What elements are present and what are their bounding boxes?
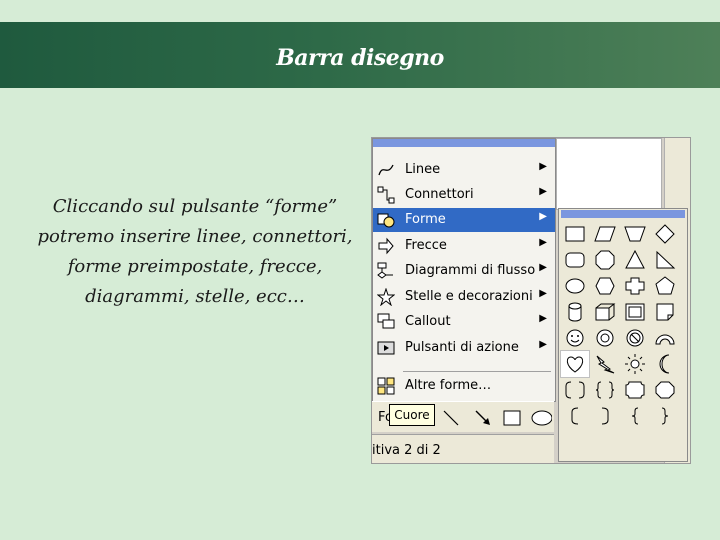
menu-item-label: Altre forme… — [405, 378, 492, 393]
double-brace-shape-icon[interactable] — [591, 377, 619, 403]
rectangle-shape-icon[interactable] — [561, 221, 589, 247]
basic-shapes-palette — [558, 208, 688, 462]
plaque-shape-icon[interactable] — [621, 377, 649, 403]
rounded-rectangle-shape-icon[interactable] — [561, 247, 589, 273]
lightning-bolt-shape-icon[interactable] — [591, 351, 619, 377]
status-text: itiva 2 di 2 — [372, 443, 441, 458]
trapezoid-shape-icon[interactable] — [621, 221, 649, 247]
basic-shapes-icon — [377, 213, 395, 228]
menu-item-callout[interactable]: Callout ▶ — [373, 310, 555, 334]
menu-item-label: Forme — [405, 212, 446, 227]
bevel-shape-icon[interactable] — [621, 299, 649, 325]
can-shape-icon[interactable] — [561, 299, 589, 325]
pentagon-shape-icon[interactable] — [651, 273, 679, 299]
menu-item-stelle[interactable]: Stelle e decorazioni ▶ — [373, 285, 555, 309]
submenu-arrow-icon: ▶ — [539, 339, 547, 350]
folded-corner-shape-icon[interactable] — [651, 299, 679, 325]
menu-item-linee[interactable]: Linee ▶ — [373, 158, 555, 182]
body-line: potremo inserire linee, connettori, — [37, 226, 353, 247]
heart-tooltip: Cuore — [389, 404, 435, 426]
donut-shape-icon[interactable] — [591, 325, 619, 351]
smiley-face-shape-icon[interactable] — [561, 325, 589, 351]
block-arrows-icon — [378, 237, 394, 255]
menu-item-label: Diagrammi di flusso — [405, 263, 536, 278]
body-line: diagrammi, stelle, ecc… — [85, 286, 305, 307]
block-arc-shape-icon[interactable] — [651, 325, 679, 351]
menu-separator — [403, 371, 551, 372]
left-bracket-shape-icon[interactable] — [561, 403, 589, 429]
flowchart-icon — [377, 262, 393, 279]
menu-item-diagrammi[interactable]: Diagrammi di flusso ▶ — [373, 259, 555, 283]
right-bracket-shape-icon[interactable] — [591, 403, 619, 429]
document-area — [556, 138, 662, 210]
submenu-arrow-icon: ▶ — [539, 288, 547, 299]
menu-drag-bar[interactable] — [373, 139, 555, 147]
slide-body: Cliccando sul pulsante “forme” potremo i… — [30, 192, 360, 312]
drawing-toolbar-screenshot: Linee ▶ Connettori ▶ Forme ▶ Frecce ▶ Di… — [371, 137, 691, 464]
action-buttons-icon — [377, 341, 395, 355]
moon-shape-icon[interactable] — [651, 351, 679, 377]
body-line: forme preimpostate, frecce, — [67, 256, 323, 277]
left-brace-shape-icon[interactable] — [621, 403, 649, 429]
submenu-arrow-icon: ▶ — [539, 186, 547, 197]
submenu-arrow-icon: ▶ — [539, 262, 547, 273]
sun-shape-icon[interactable] — [621, 351, 649, 377]
line-tool-icon[interactable] — [442, 409, 460, 427]
menu-item-forme[interactable]: Forme ▶ — [373, 208, 555, 232]
connectors-icon — [377, 186, 395, 204]
menu-item-connettori[interactable]: Connettori ▶ — [373, 183, 555, 207]
octagon-shape-icon[interactable] — [591, 247, 619, 273]
right-triangle-shape-icon[interactable] — [651, 247, 679, 273]
autoshapes-menu: Linee ▶ Connettori ▶ Forme ▶ Frecce ▶ Di… — [372, 138, 556, 402]
palette-drag-bar[interactable] — [561, 210, 685, 218]
submenu-arrow-icon: ▶ — [539, 313, 547, 324]
parallelogram-shape-icon[interactable] — [591, 221, 619, 247]
submenu-arrow-icon: ▶ — [539, 237, 547, 248]
oval-tool-icon[interactable] — [530, 409, 552, 427]
submenu-arrow-icon: ▶ — [539, 161, 547, 172]
more-shapes-icon — [377, 377, 395, 395]
menu-item-label: Linee — [405, 162, 441, 177]
cross-shape-icon[interactable] — [621, 273, 649, 299]
status-bar: itiva 2 di 2 — [372, 434, 554, 463]
rectangle-tool-icon[interactable] — [502, 409, 522, 427]
cube-shape-icon[interactable] — [591, 299, 619, 325]
arrow-tool-icon[interactable] — [474, 409, 492, 427]
hexagon-shape-icon[interactable] — [591, 273, 619, 299]
menu-item-label: Callout — [405, 314, 451, 329]
title-bar: Barra disegno — [0, 22, 720, 88]
menu-item-label: Pulsanti di azione — [405, 340, 519, 355]
menu-item-altre-forme[interactable]: Altre forme… — [373, 374, 555, 398]
heart-shape-icon[interactable] — [560, 350, 590, 378]
menu-item-pulsanti[interactable]: Pulsanti di azione ▶ — [373, 336, 555, 360]
slide-title: Barra disegno — [276, 45, 444, 71]
menu-item-label: Frecce — [405, 238, 447, 253]
callouts-icon — [377, 313, 395, 329]
double-bracket-shape-icon[interactable] — [561, 377, 589, 403]
diamond-shape-icon[interactable] — [651, 221, 679, 247]
menu-item-frecce[interactable]: Frecce ▶ — [373, 234, 555, 258]
menu-item-label: Connettori — [405, 187, 474, 202]
octagon-frame-shape-icon[interactable] — [651, 377, 679, 403]
triangle-shape-icon[interactable] — [621, 247, 649, 273]
lines-icon — [378, 164, 394, 176]
stars-banners-icon — [377, 288, 395, 306]
body-line: Cliccando sul pulsante “forme” — [52, 196, 338, 217]
menu-item-label: Stelle e decorazioni — [405, 289, 533, 304]
right-brace-shape-icon[interactable] — [651, 403, 679, 429]
no-symbol-shape-icon[interactable] — [621, 325, 649, 351]
submenu-arrow-icon: ▶ — [539, 211, 547, 222]
oval-shape-icon[interactable] — [561, 273, 589, 299]
